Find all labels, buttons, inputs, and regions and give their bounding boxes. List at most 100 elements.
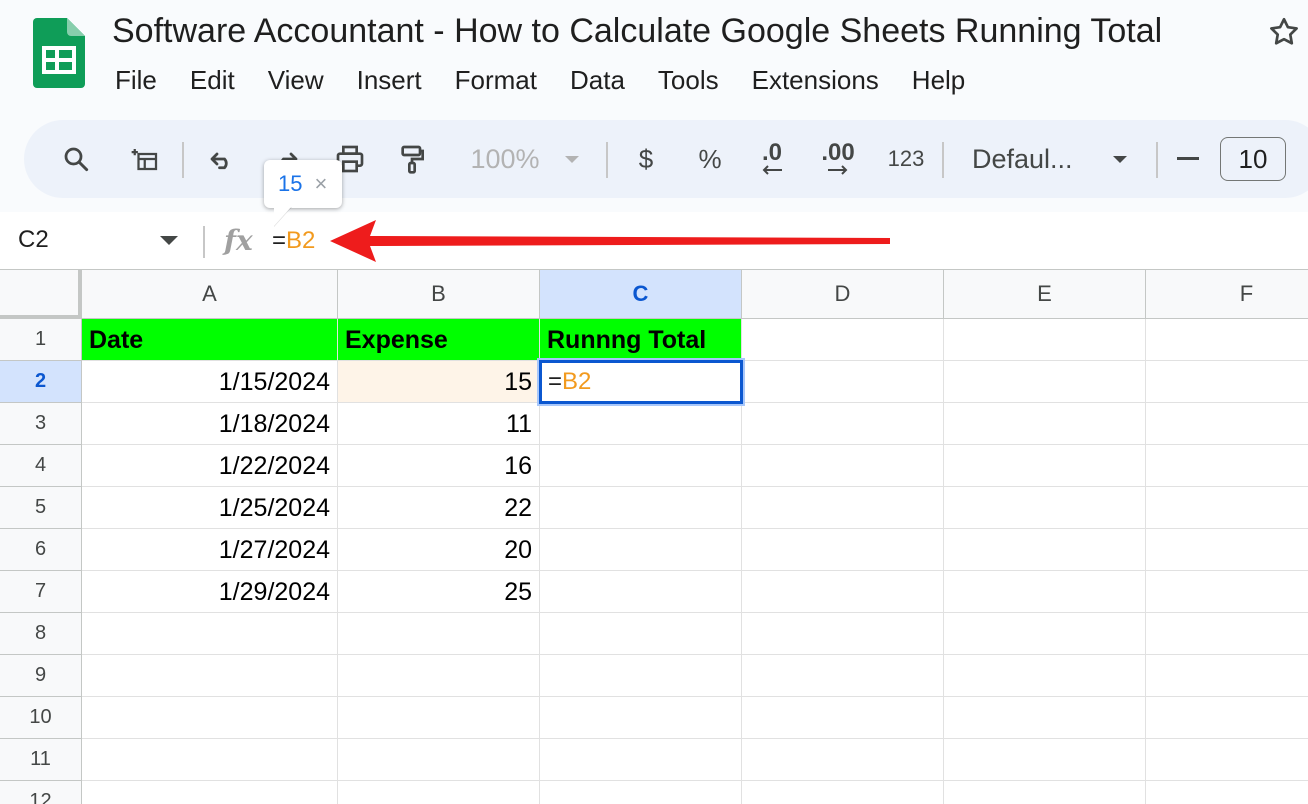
menu-data[interactable]: Data	[570, 60, 625, 100]
cell-a4[interactable]: 1/22/2024	[82, 445, 338, 487]
cell-a7[interactable]: 1/29/2024	[82, 571, 338, 613]
cell-d5[interactable]	[742, 487, 944, 529]
cell-d12[interactable]	[742, 781, 944, 804]
undo-icon[interactable]	[200, 120, 244, 198]
cell-f3[interactable]	[1146, 403, 1308, 445]
cell-d7[interactable]	[742, 571, 944, 613]
cell-a6[interactable]: 1/27/2024	[82, 529, 338, 571]
row-header-1[interactable]: 1	[0, 319, 82, 361]
row-header-6[interactable]: 6	[0, 529, 82, 571]
cell-b6[interactable]: 20	[338, 529, 540, 571]
menu-insert[interactable]: Insert	[357, 60, 422, 100]
cell-e9[interactable]	[944, 655, 1146, 697]
column-header-a[interactable]: A	[82, 270, 338, 319]
cell-c10[interactable]	[540, 697, 742, 739]
increase-decimal-button[interactable]: .00	[814, 120, 862, 198]
cell-b10[interactable]	[338, 697, 540, 739]
column-header-f[interactable]: F	[1146, 270, 1308, 319]
font-family-select[interactable]: Defaul...	[972, 120, 1092, 198]
menu-extensions[interactable]: Extensions	[752, 60, 879, 100]
cell-d8[interactable]	[742, 613, 944, 655]
cell-a12[interactable]	[82, 781, 338, 804]
cell-b7[interactable]: 25	[338, 571, 540, 613]
cell-f1[interactable]	[1146, 319, 1308, 361]
decrease-decimal-button[interactable]: .0	[750, 120, 794, 198]
cell-d3[interactable]	[742, 403, 944, 445]
cell-b3[interactable]: 11	[338, 403, 540, 445]
cell-b2[interactable]: 15	[338, 361, 540, 403]
apply-table-icon[interactable]	[124, 120, 168, 198]
row-header-11[interactable]: 11	[0, 739, 82, 781]
menu-view[interactable]: View	[268, 60, 324, 100]
cell-b5[interactable]: 22	[338, 487, 540, 529]
cell-a8[interactable]	[82, 613, 338, 655]
cell-f6[interactable]	[1146, 529, 1308, 571]
cell-b4[interactable]: 16	[338, 445, 540, 487]
cell-f12[interactable]	[1146, 781, 1308, 804]
cell-a11[interactable]	[82, 739, 338, 781]
cell-c8[interactable]	[540, 613, 742, 655]
cell-d4[interactable]	[742, 445, 944, 487]
cell-c12[interactable]	[540, 781, 742, 804]
cell-f11[interactable]	[1146, 739, 1308, 781]
cell-e7[interactable]	[944, 571, 1146, 613]
zoom-select[interactable]: 100%	[460, 120, 550, 198]
cell-c3[interactable]	[540, 403, 742, 445]
row-header-4[interactable]: 4	[0, 445, 82, 487]
cell-d2[interactable]	[742, 361, 944, 403]
row-header-12[interactable]: 12	[0, 781, 82, 804]
cell-e6[interactable]	[944, 529, 1146, 571]
cell-f4[interactable]	[1146, 445, 1308, 487]
decrease-font-size-button[interactable]	[1172, 120, 1204, 198]
cell-f10[interactable]	[1146, 697, 1308, 739]
row-header-3[interactable]: 3	[0, 403, 82, 445]
cell-a1[interactable]: Date	[82, 319, 338, 361]
currency-format-button[interactable]: $	[628, 120, 664, 198]
row-header-10[interactable]: 10	[0, 697, 82, 739]
font-dropdown-icon[interactable]	[1106, 120, 1134, 198]
menu-edit[interactable]: Edit	[190, 60, 235, 100]
zoom-dropdown-icon[interactable]	[558, 120, 586, 198]
cell-f8[interactable]	[1146, 613, 1308, 655]
cell-d6[interactable]	[742, 529, 944, 571]
menu-format[interactable]: Format	[455, 60, 537, 100]
cell-a5[interactable]: 1/25/2024	[82, 487, 338, 529]
sheets-logo-icon[interactable]	[33, 18, 85, 88]
cell-f7[interactable]	[1146, 571, 1308, 613]
cell-e1[interactable]	[944, 319, 1146, 361]
cell-a10[interactable]	[82, 697, 338, 739]
column-header-d[interactable]: D	[742, 270, 944, 319]
column-header-e[interactable]: E	[944, 270, 1146, 319]
name-box-dropdown-icon[interactable]	[160, 236, 178, 245]
cell-c7[interactable]	[540, 571, 742, 613]
cell-e5[interactable]	[944, 487, 1146, 529]
cell-e11[interactable]	[944, 739, 1146, 781]
cell-e10[interactable]	[944, 697, 1146, 739]
menu-help[interactable]: Help	[912, 60, 965, 100]
cell-b12[interactable]	[338, 781, 540, 804]
select-all-corner[interactable]	[0, 270, 82, 319]
cell-a9[interactable]	[82, 655, 338, 697]
cell-b9[interactable]	[338, 655, 540, 697]
menu-tools[interactable]: Tools	[658, 60, 719, 100]
name-box[interactable]: C2	[18, 226, 49, 254]
row-header-2[interactable]: 2	[0, 361, 82, 403]
formula-input[interactable]: =B2	[272, 227, 315, 255]
row-header-7[interactable]: 7	[0, 571, 82, 613]
font-size-input[interactable]: 10	[1220, 137, 1286, 181]
cell-b1[interactable]: Expense	[338, 319, 540, 361]
cell-c4[interactable]	[540, 445, 742, 487]
percent-format-button[interactable]: %	[690, 120, 730, 198]
cell-c5[interactable]	[540, 487, 742, 529]
cell-c1[interactable]: Runnng Total	[540, 319, 742, 361]
cell-f9[interactable]	[1146, 655, 1308, 697]
cell-c9[interactable]	[540, 655, 742, 697]
more-formats-button[interactable]: 123	[880, 120, 932, 198]
cell-d11[interactable]	[742, 739, 944, 781]
cell-d10[interactable]	[742, 697, 944, 739]
cell-c6[interactable]	[540, 529, 742, 571]
cell-d1[interactable]	[742, 319, 944, 361]
cell-f2[interactable]	[1146, 361, 1308, 403]
tooltip-close-icon[interactable]: ×	[314, 171, 327, 197]
column-header-c[interactable]: C	[540, 270, 742, 319]
